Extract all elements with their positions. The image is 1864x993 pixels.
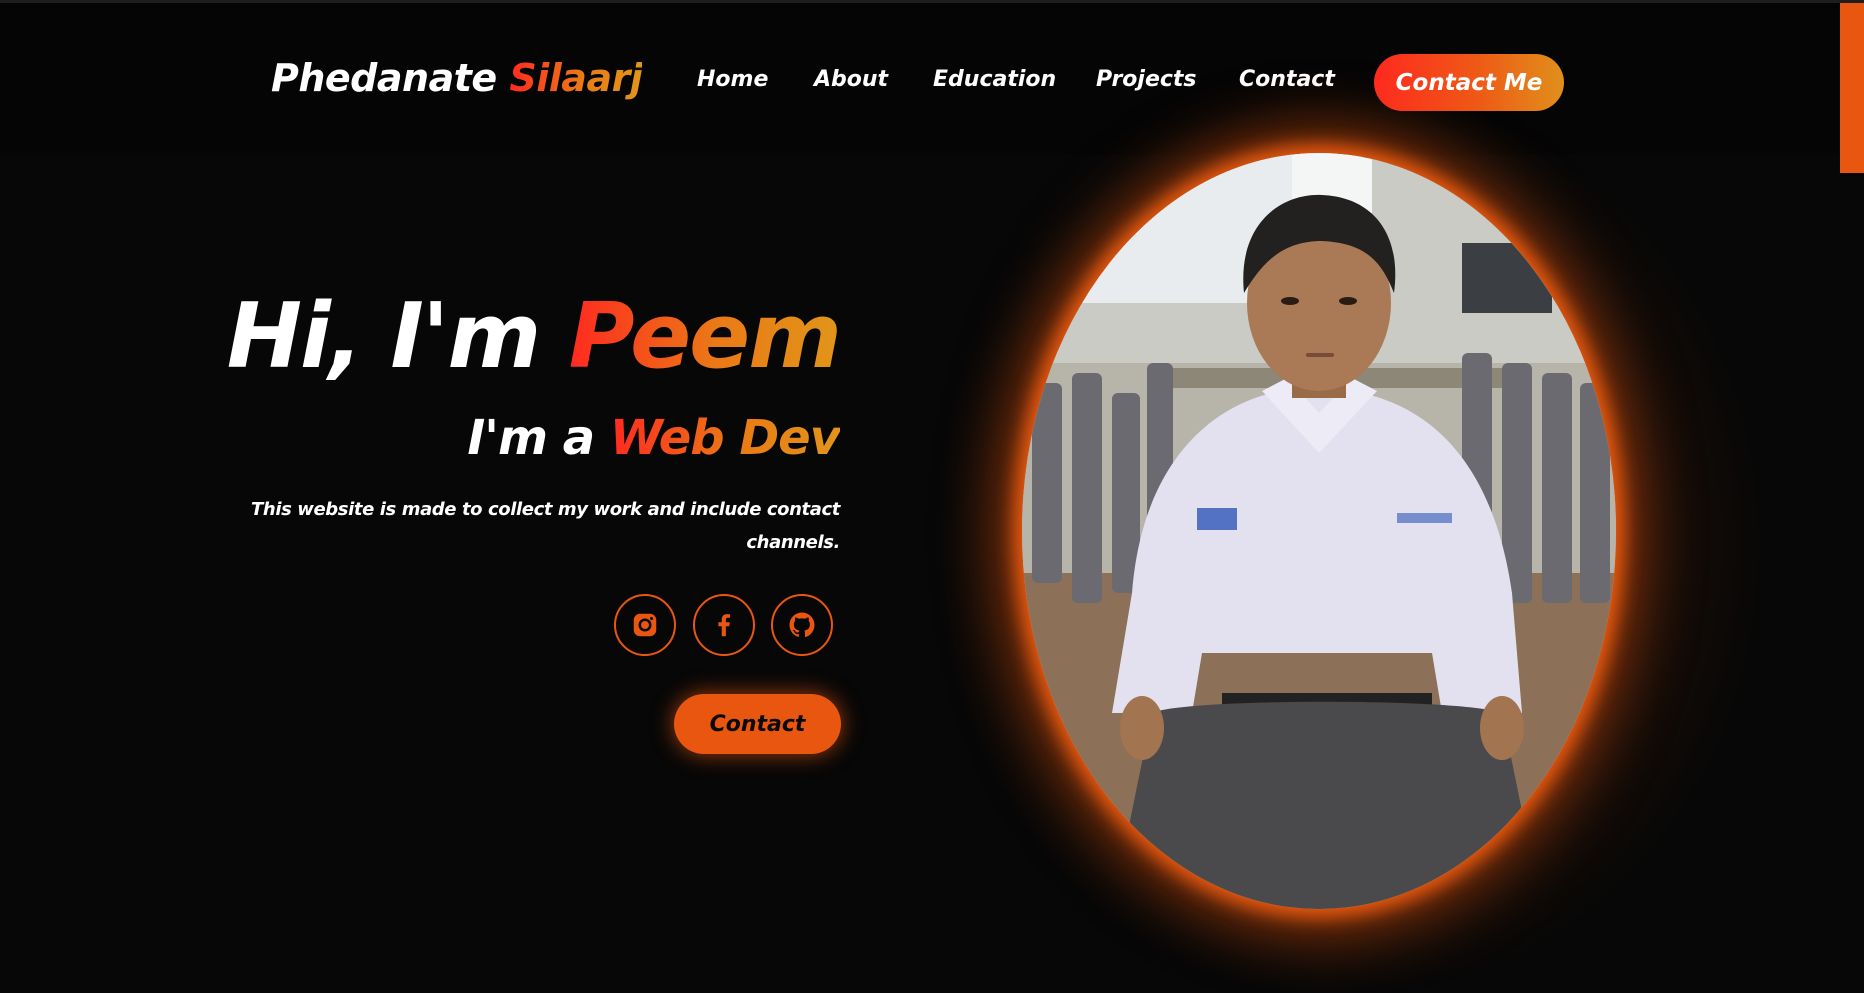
- github-icon: [789, 612, 815, 638]
- nav-about[interactable]: About: [814, 67, 888, 92]
- brand-last-name: Silaarj: [509, 56, 643, 100]
- brand-logo[interactable]: Phedanate Silaarj: [271, 56, 643, 100]
- navbar: Phedanate Silaarj Home About Education P…: [0, 3, 1864, 155]
- profile-photo: [1022, 153, 1616, 909]
- nav-education[interactable]: Education: [933, 67, 1056, 92]
- hero-subtitle: I'm a Web Dev: [467, 414, 841, 462]
- side-scroll-tab[interactable]: [1840, 3, 1864, 173]
- github-link[interactable]: [771, 594, 833, 656]
- profile-photo-illustration: [1022, 153, 1616, 909]
- hero-subtitle-prefix: I'm a: [467, 410, 610, 466]
- instagram-icon: [633, 613, 657, 637]
- facebook-link[interactable]: [693, 594, 755, 656]
- hero-title-name: Peem: [568, 284, 842, 389]
- instagram-link[interactable]: [614, 594, 676, 656]
- hero-title-prefix: Hi, I'm: [226, 284, 569, 389]
- hero-subtitle-role: Web Dev: [609, 410, 841, 466]
- facebook-icon: [718, 614, 730, 637]
- hero-contact-button[interactable]: Contact: [674, 694, 841, 754]
- nav-home[interactable]: Home: [697, 67, 768, 92]
- hero-title: Hi, I'm Peem: [227, 292, 842, 382]
- hero-description: This website is made to collect my work …: [251, 499, 840, 553]
- nav-projects[interactable]: Projects: [1096, 67, 1197, 92]
- brand-first-name: Phedanate: [271, 56, 497, 100]
